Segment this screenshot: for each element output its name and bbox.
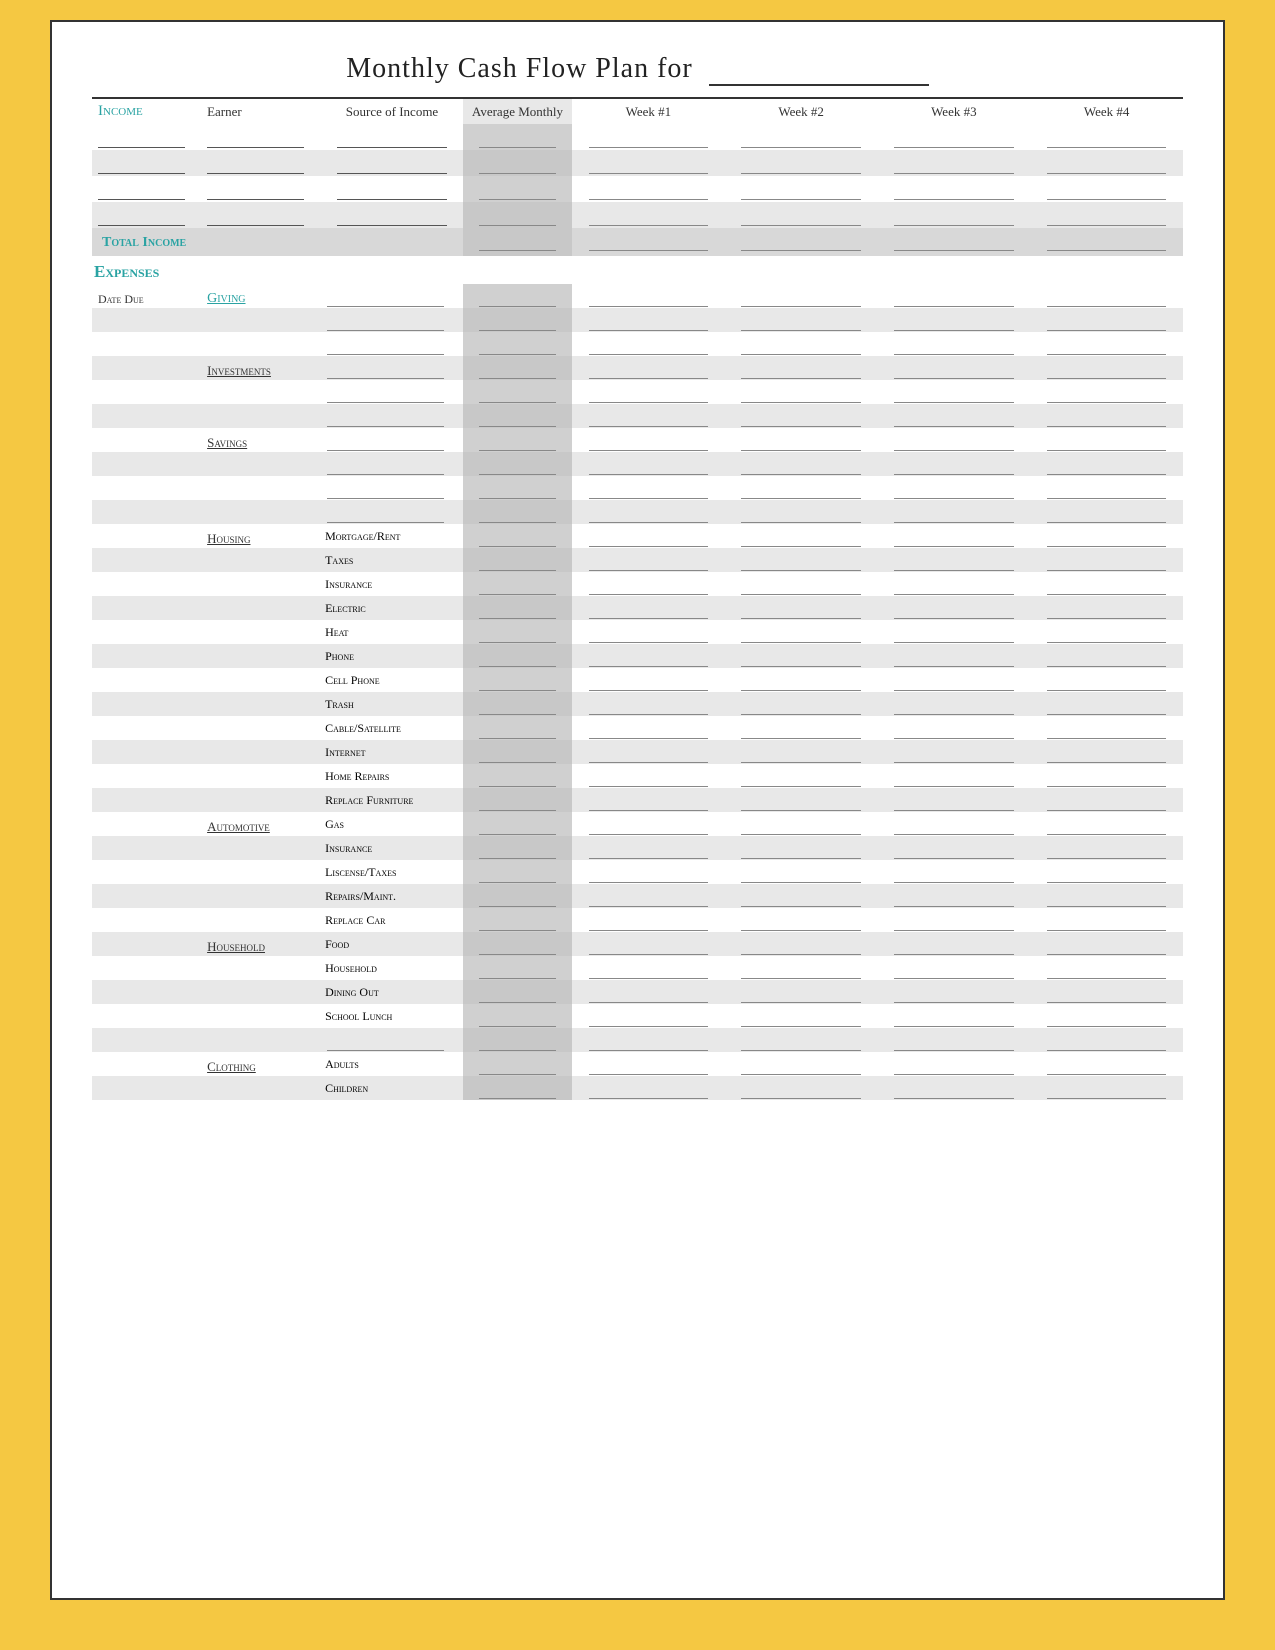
automotive-replace-row: Replace Car [92, 908, 1183, 932]
housing-label: Housing [207, 527, 250, 546]
income-earner-val-1 [207, 128, 304, 148]
income-w1-1 [589, 130, 709, 148]
household-food-row: Household Food [92, 932, 1183, 956]
savings-row-3 [92, 476, 1183, 500]
savings-header-row: Savings [92, 428, 1183, 452]
total-income-label: Total Income [102, 235, 186, 250]
page-title: Monthly Cash Flow Plan for [92, 52, 1183, 89]
source-header: Source of Income [321, 99, 463, 124]
automotive-insurance-row: Insurance [92, 836, 1183, 860]
savings-row-4 [92, 500, 1183, 524]
column-header-row: Income Earner Source of Income Average M… [92, 99, 1183, 124]
main-table: Income Earner Source of Income Average M… [92, 99, 1183, 1100]
housing-cellphone-row: Cell Phone [92, 668, 1183, 692]
giving-row-3 [92, 332, 1183, 356]
investments-label: Investments [207, 359, 271, 378]
housing-item-0: Mortgage/Rent [325, 529, 400, 543]
week1-header: Week #1 [572, 99, 725, 124]
income-w3-1 [894, 130, 1014, 148]
housing-mortgage-row: Housing Mortgage/Rent [92, 524, 1183, 548]
income-earner-line-1 [98, 128, 185, 148]
housing-electric-row: Electric [92, 596, 1183, 620]
income-w4-1 [1047, 130, 1167, 148]
income-w2-1 [741, 130, 861, 148]
housing-heat-row: Heat [92, 620, 1183, 644]
investments-header-row: Investments [92, 356, 1183, 380]
investments-row-3 [92, 404, 1183, 428]
income-row-3 [92, 176, 1183, 202]
household-blank-row [92, 1028, 1183, 1052]
giving-label: Giving [207, 291, 245, 306]
week4-header: Week #4 [1030, 99, 1183, 124]
household-household-row: Household [92, 956, 1183, 980]
income-header: Income [92, 99, 201, 124]
housing-taxes-row: Taxes [92, 548, 1183, 572]
income-avg-1 [479, 130, 557, 148]
clothing-adults-row: Clothing Adults [92, 1052, 1183, 1076]
housing-trash-row: Trash [92, 692, 1183, 716]
housing-furniture-row: Replace Furniture [92, 788, 1183, 812]
automotive-license-row: Liscense/Taxes [92, 860, 1183, 884]
clothing-children-row: Children [92, 1076, 1183, 1100]
household-dining-row: Dining Out [92, 980, 1183, 1004]
date-due-label: Date Due [98, 292, 144, 306]
housing-phone-row: Phone [92, 644, 1183, 668]
week2-header: Week #2 [725, 99, 878, 124]
title-underline [709, 52, 929, 86]
total-income-row: Total Income [92, 228, 1183, 256]
income-row-2 [92, 150, 1183, 176]
giving-header-row: Date Due Giving [92, 284, 1183, 308]
expenses-header-row: Expenses [92, 256, 1183, 284]
earner-header: Earner [201, 99, 321, 124]
automotive-gas-row: Automotive Gas [92, 812, 1183, 836]
avg-monthly-header: Average Monthly [463, 99, 572, 124]
expenses-label: Expenses [94, 262, 159, 281]
household-lunch-row: School Lunch [92, 1004, 1183, 1028]
savings-label: Savings [207, 431, 247, 450]
savings-row-2 [92, 452, 1183, 476]
giving-row-2 [92, 308, 1183, 332]
automotive-label: Automotive [207, 815, 270, 834]
housing-cable-row: Cable/Satellite [92, 716, 1183, 740]
household-label: Household [207, 935, 265, 954]
housing-repairs-row: Home Repairs [92, 764, 1183, 788]
income-row-1 [92, 124, 1183, 150]
income-source-1 [337, 128, 447, 148]
clothing-label: Clothing [207, 1055, 256, 1074]
income-row-4 [92, 202, 1183, 228]
housing-internet-row: Internet [92, 740, 1183, 764]
week3-header: Week #3 [877, 99, 1030, 124]
automotive-repairs-row: Repairs/Maint. [92, 884, 1183, 908]
investments-row-2 [92, 380, 1183, 404]
page: Monthly Cash Flow Plan for Income Earner… [50, 20, 1225, 1600]
housing-insurance-row: Insurance [92, 572, 1183, 596]
